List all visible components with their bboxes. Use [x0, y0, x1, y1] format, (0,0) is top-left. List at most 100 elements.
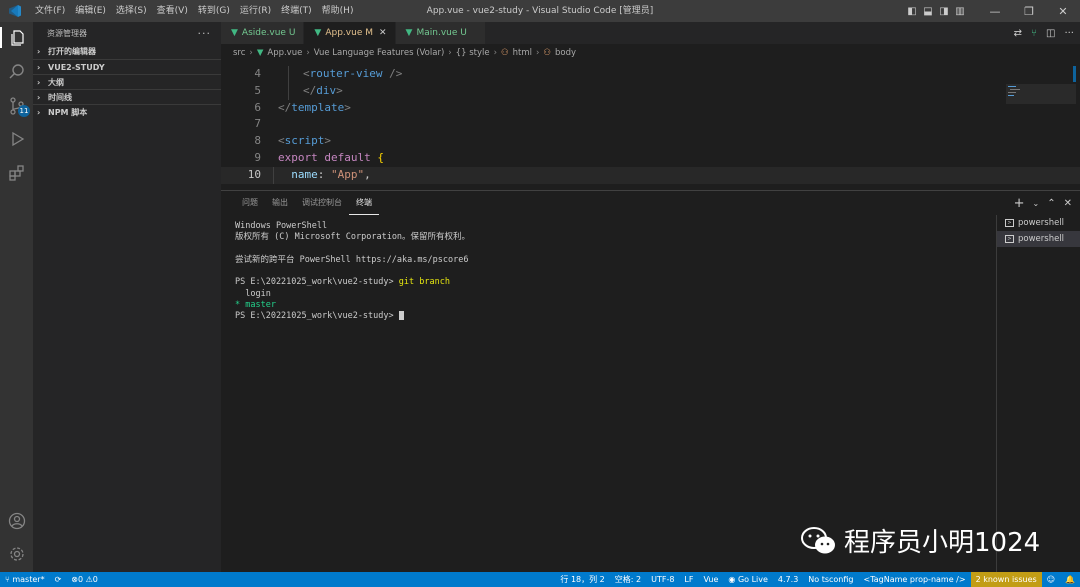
menu-terminal[interactable]: 终端(T): [276, 0, 317, 22]
explorer-icon[interactable]: [0, 27, 33, 48]
restore-button[interactable]: ❐: [1012, 0, 1046, 22]
cursor-position[interactable]: 行 18，列 2: [555, 572, 609, 587]
error-icon: ⊗: [71, 575, 78, 584]
chevron-right-icon: ›: [37, 47, 41, 56]
section-npm-scripts[interactable]: › NPM 脚本: [33, 104, 221, 119]
language-mode[interactable]: Vue: [698, 572, 723, 587]
breadcrumb-item[interactable]: App.vue: [267, 48, 302, 58]
close-panel-icon[interactable]: ✕: [1064, 198, 1072, 209]
feedback-icon[interactable]: ☺: [1042, 572, 1060, 587]
section-timeline[interactable]: › 时间线: [33, 89, 221, 104]
toggle-sidebar-icon[interactable]: ◧: [904, 0, 920, 22]
problems-status[interactable]: ⊗0 ⚠0: [66, 572, 103, 587]
menu-edit[interactable]: 编辑(E): [70, 0, 111, 22]
sidebar-header: 资源管理器 ···: [33, 22, 221, 44]
indentation[interactable]: 空格: 2: [610, 572, 646, 587]
compare-changes-icon[interactable]: ⇄: [1014, 28, 1022, 39]
tab-output[interactable]: 输出: [265, 191, 295, 215]
code-editor[interactable]: 4 <router-view /> 5 </div> 6 </template> 7 …: [221, 66, 1080, 190]
terminal-cursor: [398, 311, 404, 321]
notifications-bell-icon[interactable]: 🔔: [1060, 572, 1080, 587]
panel-tabs: 问题 输出 调试控制台 终端: [221, 191, 1080, 215]
tagname-status[interactable]: <TagName prop-name />: [859, 572, 971, 587]
minimize-button[interactable]: —: [978, 0, 1012, 22]
menu-bar: 文件(F) 编辑(E) 选择(S) 查看(V) 转到(G) 运行(R) 终端(T…: [30, 0, 358, 22]
toggle-secondary-sidebar-icon[interactable]: ◨: [936, 0, 952, 22]
branch-status[interactable]: ⑂ master*: [0, 572, 50, 587]
terminal-line: * master: [235, 300, 276, 311]
tab-terminal[interactable]: 终端: [349, 191, 379, 215]
menu-view[interactable]: 查看(V): [152, 0, 193, 22]
customize-layout-icon[interactable]: ▥: [952, 0, 968, 22]
watermark: 程序员小明1024: [800, 522, 1040, 559]
editor-actions: ⇄ ⑂ ◫ ···: [1014, 22, 1074, 44]
more-actions-icon[interactable]: ···: [198, 27, 212, 40]
menu-go[interactable]: 转到(G): [193, 0, 235, 22]
extensions-icon[interactable]: [6, 162, 27, 183]
ts-version[interactable]: 4.7.3: [773, 572, 803, 587]
bottom-panel: 问题 输出 调试控制台 终端 + ⌄ ⌃ ✕ Windows PowerShel…: [221, 190, 1080, 573]
sync-icon[interactable]: ⟳: [50, 572, 67, 587]
vscode-logo-icon: [8, 4, 22, 18]
close-window-button[interactable]: ✕: [1046, 0, 1080, 22]
new-terminal-icon[interactable]: +: [1014, 196, 1025, 211]
explorer-sidebar: 资源管理器 ··· › 打开的编辑器 › VUE2-STUDY › 大纲 › 时间线 ›…: [33, 22, 221, 572]
code-line: 5 </div>: [221, 82, 1080, 100]
menu-file[interactable]: 文件(F): [30, 0, 70, 22]
chevron-down-icon[interactable]: ⌄: [1033, 199, 1040, 208]
watermark-text: 程序员小明1024: [844, 528, 1041, 558]
terminal-item[interactable]: > powershell: [997, 231, 1080, 247]
breadcrumb-item[interactable]: Vue Language Features (Volar): [314, 48, 445, 58]
tab-app-vue[interactable]: ▼ App.vue M ✕: [304, 22, 396, 44]
panel-actions: + ⌄ ⌃ ✕: [1014, 191, 1072, 215]
terminal-line: 版权所有 (C) Microsoft Corporation。保留所有权利。: [235, 232, 471, 243]
known-issues-badge[interactable]: 2 known issues: [970, 572, 1042, 587]
window-controls: ◧ ⬓ ◨ ▥ — ❐ ✕: [904, 0, 1080, 22]
section-open-editors[interactable]: › 打开的编辑器: [33, 44, 221, 59]
settings-gear-icon[interactable]: [6, 543, 27, 564]
terminal-line: 尝试新的跨平台 PowerShell https://aka.ms/pscore…: [235, 254, 469, 265]
more-actions-icon[interactable]: ···: [1064, 28, 1074, 39]
source-control-icon[interactable]: 11: [6, 95, 30, 117]
split-editor-icon[interactable]: ◫: [1046, 28, 1055, 39]
tab-main-vue[interactable]: ▼ Main.vue U: [395, 22, 486, 44]
search-icon[interactable]: [6, 61, 27, 82]
section-workspace[interactable]: › VUE2-STUDY: [33, 59, 221, 74]
minimap[interactable]: [1006, 66, 1080, 190]
terminal-list: > powershell > powershell: [996, 215, 1080, 573]
menu-run[interactable]: 运行(R): [235, 0, 276, 22]
breadcrumb-item[interactable]: src: [233, 48, 245, 58]
chevron-right-icon: ›: [37, 92, 41, 102]
tab-aside-vue[interactable]: ▼ Aside.vue U: [221, 22, 305, 44]
terminal-line: PS E:\20221025_work\vue2-study>: [235, 311, 995, 322]
run-debug-icon[interactable]: [6, 128, 27, 149]
broadcast-icon: ◉: [728, 575, 736, 584]
menu-selection[interactable]: 选择(S): [111, 0, 152, 22]
symbol-icon: ⚇: [543, 48, 552, 58]
tab-problems[interactable]: 问题: [235, 191, 265, 215]
tsconfig-status[interactable]: No tsconfig: [803, 572, 858, 587]
activity-bar: 11: [0, 22, 33, 572]
maximize-panel-icon[interactable]: ⌃: [1047, 198, 1055, 209]
code-line: 9 export default {: [254, 150, 384, 164]
breadcrumb-item[interactable]: html: [513, 48, 532, 58]
close-tab-icon[interactable]: ✕: [379, 28, 387, 38]
encoding[interactable]: UTF-8: [646, 572, 679, 587]
code-line: 4 <router-view />: [221, 66, 1080, 83]
terminal-line: Windows PowerShell: [235, 221, 328, 231]
breadcrumb-item[interactable]: body: [555, 48, 576, 58]
terminal-item[interactable]: > powershell: [997, 215, 1080, 231]
terminal-line: PS E:\20221025_work\vue2-study> git bran…: [235, 277, 450, 288]
account-icon[interactable]: [6, 510, 27, 531]
source-graph-icon[interactable]: ⑂: [1031, 28, 1037, 39]
toggle-panel-icon[interactable]: ⬓: [920, 0, 936, 22]
vue-file-icon: ▼: [231, 28, 238, 38]
menu-help[interactable]: 帮助(H): [317, 0, 359, 22]
tab-debug-console[interactable]: 调试控制台: [295, 191, 349, 215]
warning-icon: ⚠: [85, 575, 93, 584]
terminal-output[interactable]: Windows PowerShell 版权所有 (C) Microsoft Co…: [235, 221, 995, 323]
breadcrumb-item[interactable]: {} style: [456, 48, 490, 58]
section-outline[interactable]: › 大纲: [33, 74, 221, 89]
line-ending[interactable]: LF: [679, 572, 698, 587]
go-live-button[interactable]: ◉ Go Live: [723, 572, 773, 587]
